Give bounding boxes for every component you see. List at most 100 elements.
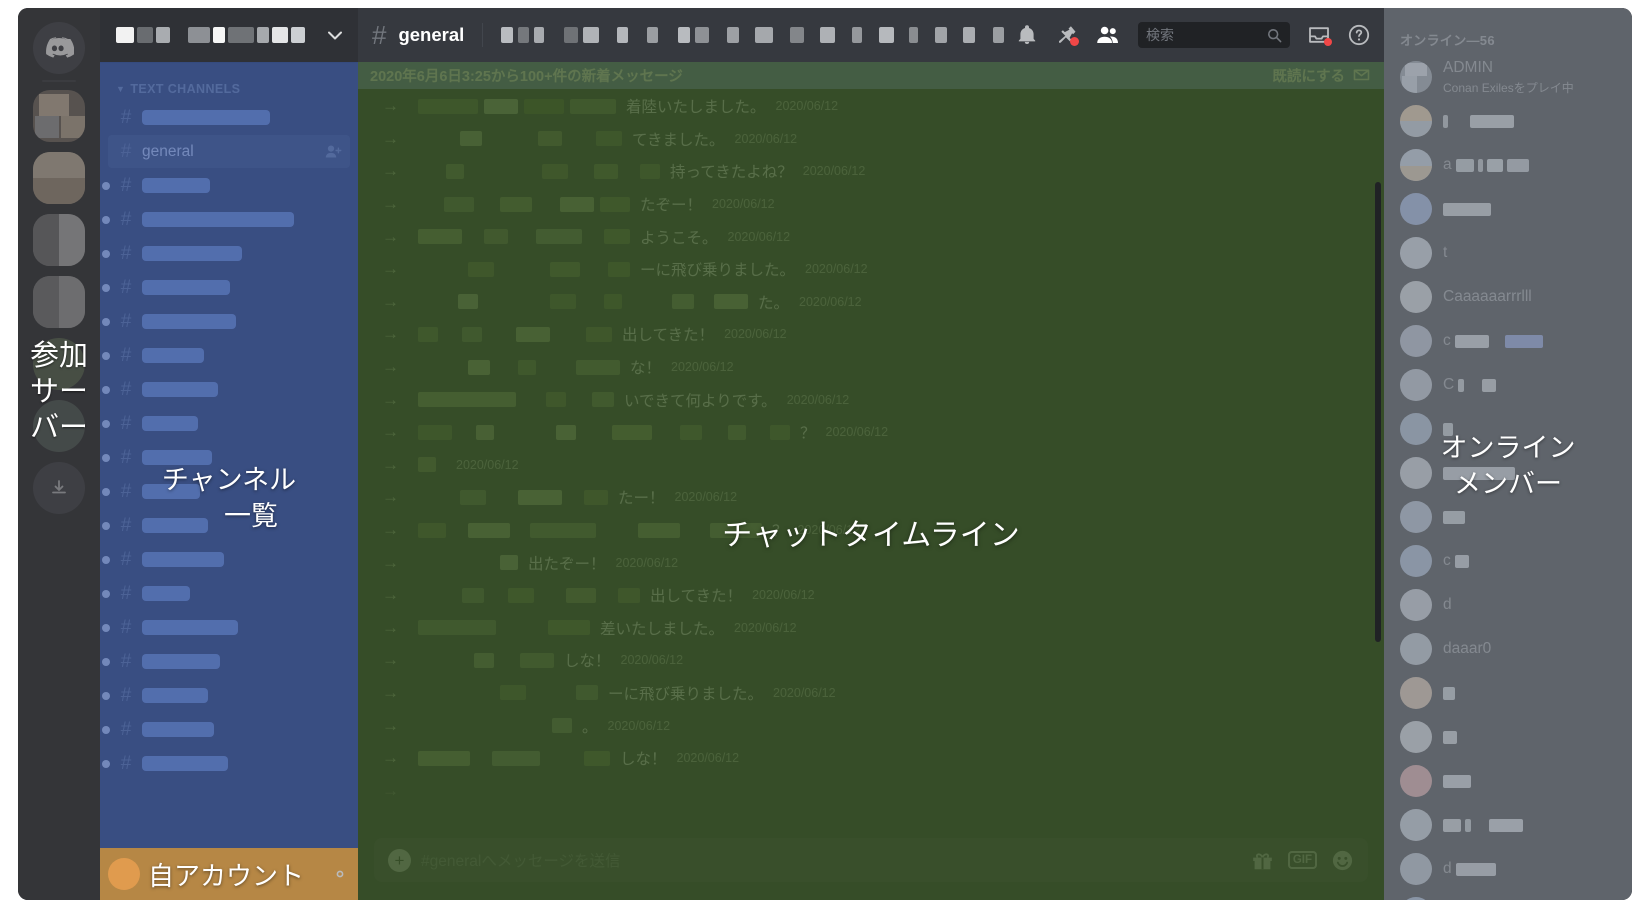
avatar[interactable] [1400,149,1432,181]
members-icon[interactable] [1096,25,1120,45]
help-icon[interactable] [1348,24,1370,46]
message-row[interactable]: → 出してきた！ 2020/06/12 [358,318,1384,351]
message-row[interactable]: → いできて何よりです。 2020/06/12 [358,383,1384,416]
avatar[interactable] [1400,677,1432,709]
message-row[interactable]: → 着陸いたしました。 2020/06/12 [358,90,1384,123]
category-text-channels[interactable]: ▼ TEXT CHANNELS [100,78,358,100]
channel-item[interactable]: # [102,747,350,780]
sidebar-item-general[interactable]: # general [108,135,350,168]
inbox-icon[interactable] [1308,25,1332,46]
channel-item[interactable]: # [108,101,350,134]
message-list[interactable]: → 着陸いたしました。 2020/06/12 → てきました。 2020/06/… [358,62,1384,838]
channel-item[interactable]: # [102,645,350,678]
discord-home-button[interactable] [33,22,85,74]
message-row[interactable]: → 2020/06/12 [358,449,1384,482]
message-scrollbar[interactable] [1375,182,1381,642]
member-row[interactable]: t [1384,231,1632,275]
new-messages-bar[interactable]: 2020年6月6日3:25から100+件の新着メッセージ 既読にする [358,62,1384,89]
member-row[interactable] [1384,759,1632,803]
bell-icon[interactable] [1016,24,1038,46]
member-row[interactable] [1384,803,1632,847]
member-row[interactable] [1384,671,1632,715]
message-row[interactable]: → たぞー！ 2020/06/12 [358,188,1384,221]
message-row[interactable]: → 。 2020/06/12 [358,709,1384,742]
gif-icon[interactable]: GIF [1287,850,1317,870]
member-row[interactable]: Caaaaaarrrlll [1384,275,1632,319]
avatar[interactable] [1400,281,1432,313]
channel-item[interactable]: # [102,543,350,576]
server-icon-2[interactable] [33,152,85,204]
emoji-icon[interactable] [1331,849,1354,872]
message-row[interactable]: → しな！ 2020/06/12 [358,644,1384,677]
avatar[interactable] [1400,721,1432,753]
member-row[interactable]: c [1384,539,1632,583]
channel-item[interactable]: # [102,577,350,610]
member-row-admin[interactable]: ADMIN Conan Exilesをプレイ中 [1384,55,1632,99]
avatar[interactable] [1400,105,1432,137]
gift-icon[interactable] [1251,850,1274,871]
message-row[interactable]: → ーに飛び乗りました。 2020/06/12 [358,253,1384,286]
channel-list[interactable]: ▼ TEXT CHANNELS # # general # # # # # # … [100,62,358,848]
channel-item[interactable]: # [102,407,350,440]
message-row[interactable]: → 出してきた！ 2020/06/12 [358,579,1384,612]
download-apps-button[interactable] [33,462,85,514]
server-icon-3[interactable] [33,214,85,266]
channel-item[interactable]: # [102,339,350,372]
message-row[interactable]: → しな！ 2020/06/12 [358,742,1384,775]
channel-item[interactable]: # [102,237,350,270]
member-row[interactable]: daaar0 [1384,627,1632,671]
channel-item[interactable]: # [102,611,350,644]
message-row[interactable]: → てきました。 2020/06/12 [358,123,1384,156]
pin-icon[interactable] [1056,24,1079,46]
message-row[interactable]: → ようこそ。 2020/06/12 [358,220,1384,253]
message-row[interactable]: → ーに飛び乗りました。 2020/06/12 [358,677,1384,710]
avatar[interactable] [1400,589,1432,621]
avatar[interactable] [1400,809,1432,841]
channel-item[interactable]: # [102,169,350,202]
server-icon-4[interactable] [33,276,85,328]
avatar[interactable] [1400,633,1432,665]
message-row[interactable]: → 持ってきたよね？ 2020/06/12 [358,155,1384,188]
plus-icon[interactable]: + [388,848,411,872]
member-row[interactable]: e [1384,891,1632,900]
member-row[interactable]: d [1384,847,1632,891]
search-input[interactable]: 検索 [1138,22,1290,48]
avatar[interactable] [1400,765,1432,797]
avatar[interactable] [1400,545,1432,577]
gear-icon[interactable] [330,864,350,884]
guild-header-button[interactable] [100,8,358,62]
member-row[interactable]: C [1384,363,1632,407]
message-row[interactable]: → 差いたしました。 2020/06/12 [358,612,1384,645]
channel-item[interactable]: # [102,305,350,338]
avatar[interactable] [1400,193,1432,225]
message-row[interactable]: → な！ 2020/06/12 [358,351,1384,384]
avatar[interactable] [1400,325,1432,357]
member-row[interactable] [1384,99,1632,143]
avatar[interactable] [108,858,140,890]
message-row[interactable]: → た。 2020/06/12 [358,286,1384,319]
server-icon-1[interactable] [33,90,85,142]
avatar[interactable] [1400,501,1432,533]
mark-read-button[interactable]: 既読にする [1272,65,1372,86]
channel-item[interactable]: # [102,373,350,406]
avatar[interactable] [1400,853,1432,885]
message-row[interactable]: → [358,774,1384,807]
member-row[interactable]: a [1384,143,1632,187]
message-row[interactable]: → たー！ 2020/06/12 [358,481,1384,514]
add-member-icon[interactable] [325,144,342,159]
avatar[interactable] [1400,61,1432,93]
message-row[interactable]: → [358,416,1384,449]
account-bar[interactable]: 自アカウント [100,848,358,900]
member-row[interactable]: d [1384,583,1632,627]
member-row[interactable] [1384,187,1632,231]
member-row[interactable] [1384,715,1632,759]
avatar[interactable] [1400,237,1432,269]
channel-item[interactable]: # [102,271,350,304]
member-row[interactable]: c [1384,319,1632,363]
members-panel[interactable]: オンライン—56 ADMIN Conan Exilesをプレイ中 a t Caa… [1384,8,1632,900]
avatar[interactable] [1400,369,1432,401]
avatar[interactable] [1400,897,1432,900]
message-input[interactable]: + #generalへメッセージを送信 GIF [374,838,1368,882]
channel-item[interactable]: # [102,679,350,712]
channel-item[interactable]: # [102,713,350,746]
